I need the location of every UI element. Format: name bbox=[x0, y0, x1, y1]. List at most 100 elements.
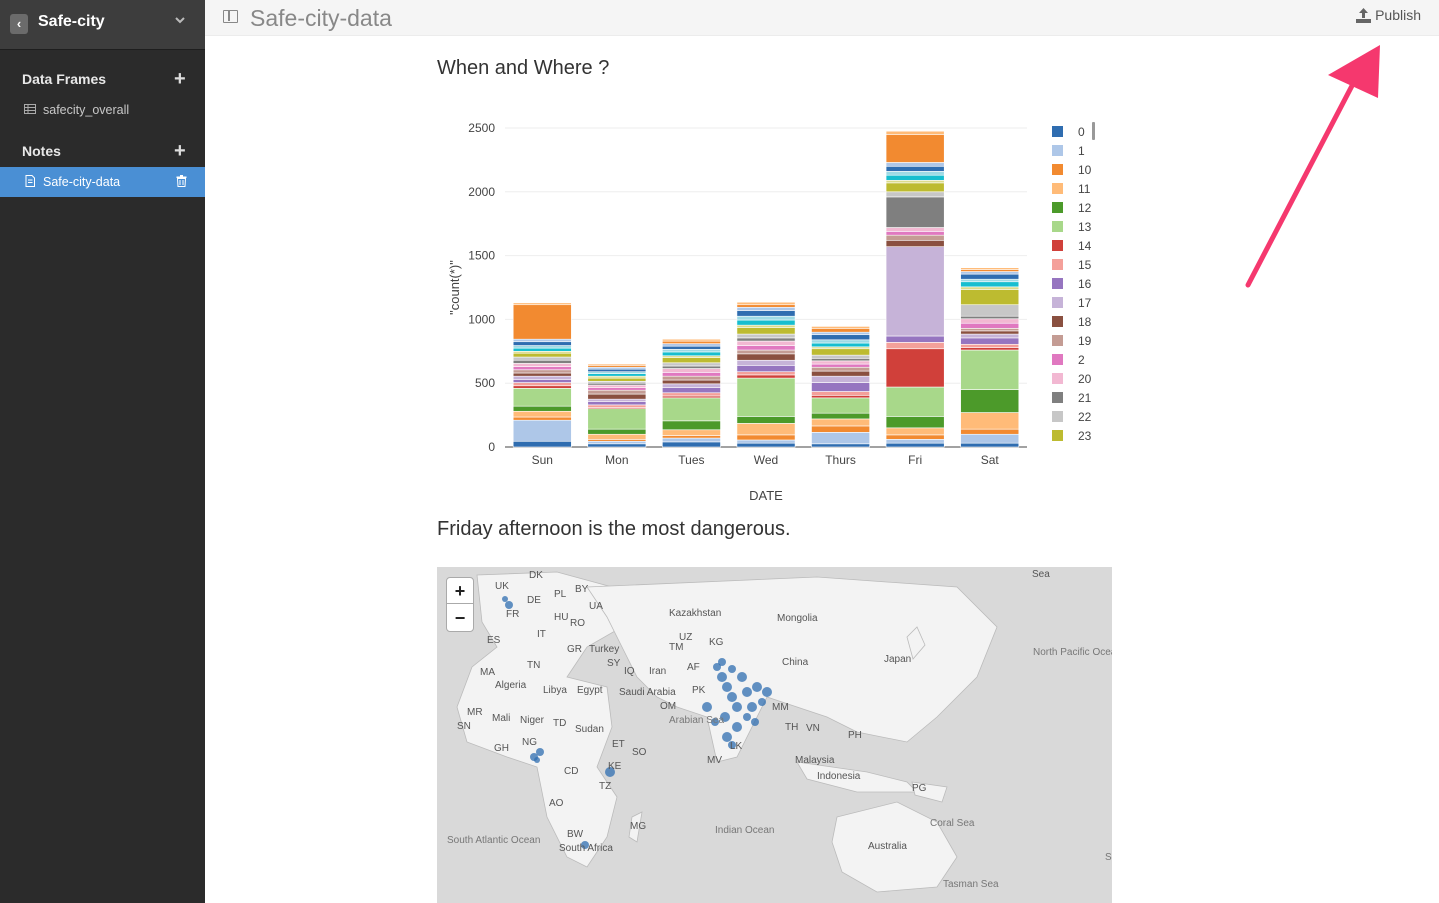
bar-segment-10-Tues bbox=[662, 435, 721, 439]
map-label: KE bbox=[608, 761, 622, 772]
bar-segment-6-Sun bbox=[512, 341, 572, 346]
bar-segment-19-Sat bbox=[960, 328, 1020, 332]
x-tick-label: Fri bbox=[908, 453, 922, 467]
bar-segment-13-Wed bbox=[736, 377, 796, 417]
bar-segment-9-Fri bbox=[885, 130, 945, 135]
legend-swatch-22 bbox=[1052, 411, 1063, 422]
map-label: VN bbox=[806, 723, 820, 734]
add-note-plus-icon[interactable]: + bbox=[174, 141, 186, 161]
bar-segment-18-Thurs bbox=[811, 370, 870, 377]
bar-segment-0-Thurs bbox=[811, 443, 870, 448]
bar-segment-7-Fri bbox=[885, 162, 945, 167]
add-data-frame-plus-icon[interactable]: + bbox=[174, 69, 186, 89]
bar-segment-1-Sun bbox=[512, 419, 572, 442]
map-label: CD bbox=[564, 766, 579, 777]
bar-segment-4-Sat bbox=[960, 281, 1020, 288]
bar-segment-0-Fri bbox=[885, 442, 945, 448]
back-arrow-icon[interactable]: ‹ bbox=[10, 14, 28, 34]
bar-segment-23-Thurs bbox=[811, 348, 870, 356]
project-title: Safe-city bbox=[38, 13, 105, 30]
bar-segment-1-Fri bbox=[885, 439, 945, 444]
chevron-down-icon[interactable] bbox=[174, 14, 186, 28]
legend-swatch-19 bbox=[1052, 335, 1063, 346]
bar-segment-21-Fri bbox=[885, 196, 945, 228]
map-label: TM bbox=[669, 642, 684, 653]
map-label: MV bbox=[707, 755, 722, 766]
bar-segment-20-Tues bbox=[662, 368, 721, 373]
legend-scrollbar bbox=[1092, 122, 1095, 140]
map-label: Niger bbox=[520, 715, 544, 726]
map-label: SN bbox=[457, 721, 471, 732]
bar-segment-21-Sun bbox=[512, 359, 572, 364]
legend-label-10: 10 bbox=[1078, 163, 1092, 177]
layout-toggle-icon[interactable] bbox=[223, 10, 238, 23]
bar-segment-22-Sun bbox=[512, 356, 572, 361]
bar-segment-11-Wed bbox=[736, 423, 796, 436]
bar-segment-6-Wed bbox=[736, 310, 796, 317]
map-label: Egypt bbox=[577, 685, 603, 696]
bar-segment-9-Sat bbox=[960, 267, 1020, 270]
y-tick-label: 1000 bbox=[468, 312, 495, 326]
legend-label-16: 16 bbox=[1078, 277, 1092, 291]
map-label: RO bbox=[570, 618, 585, 629]
sidebar-item-safecity-overall[interactable]: safecity_overall bbox=[0, 95, 205, 125]
bar-segment-8-Tues bbox=[662, 340, 721, 344]
bar-segment-10-Fri bbox=[885, 434, 945, 440]
trash-icon[interactable] bbox=[176, 175, 187, 187]
bar-segment-7-Wed bbox=[736, 306, 796, 311]
bar-segment-12-Fri bbox=[885, 416, 945, 429]
legend-swatch-14 bbox=[1052, 240, 1063, 251]
bar-segment-6-Fri bbox=[885, 165, 945, 172]
bar-segment-21-Sat bbox=[960, 315, 1020, 320]
x-axis-label: DATE bbox=[749, 488, 783, 503]
map-label: China bbox=[782, 657, 809, 668]
bar-segment-5-Fri bbox=[885, 171, 945, 176]
map-label: KG bbox=[709, 637, 724, 648]
bar-segment-23-Sat bbox=[960, 289, 1020, 306]
bar-segment-22-Thurs bbox=[811, 354, 870, 359]
zoom-out-button[interactable]: − bbox=[447, 605, 473, 631]
zoom-in-button[interactable]: + bbox=[447, 578, 473, 604]
world-map[interactable]: + − UK DK BY PL DE UA FR HU RO ES IT GR Turkey TN SY IQ… bbox=[437, 567, 1112, 903]
stacked-bar-chart[interactable]: 0 500 1000 1500 2000 2500 Sun Mon Tues Wed Thurs Fr… bbox=[437, 100, 1117, 510]
bar-segment-1-Thurs bbox=[811, 432, 870, 445]
map-label: AO bbox=[549, 798, 564, 809]
legend-swatch-1 bbox=[1052, 145, 1063, 156]
map-label: Arabian Sea bbox=[669, 715, 725, 726]
publish-button[interactable]: Publish bbox=[1356, 7, 1421, 23]
bar-segment-3-Sat bbox=[960, 286, 1020, 290]
bar-segment-4-Mon bbox=[587, 373, 647, 377]
map-label: Sea bbox=[1032, 569, 1050, 580]
bar-segment-18-Sat bbox=[960, 330, 1020, 335]
map-label: Iran bbox=[649, 666, 667, 677]
bar-segment-21-Tues bbox=[662, 365, 721, 369]
sidebar-item-safe-city-data[interactable]: Safe-city-data bbox=[0, 167, 205, 197]
legend-label-1: 1 bbox=[1078, 144, 1085, 158]
project-header[interactable]: ‹ Safe-city bbox=[0, 0, 205, 50]
bar-segment-22-Wed bbox=[736, 333, 796, 339]
bar-segment-14-Fri bbox=[885, 348, 945, 388]
map-label: So Pa Oc bbox=[1105, 852, 1112, 863]
data-frames-title: Data Frames bbox=[22, 71, 107, 87]
document-icon bbox=[25, 175, 35, 187]
y-tick-label: 1500 bbox=[468, 249, 495, 263]
map-label: MM bbox=[772, 702, 789, 713]
bar-segment-11-Sun bbox=[512, 410, 572, 418]
bar-segment-1-Wed bbox=[736, 439, 796, 444]
bar-segment-15-Thurs bbox=[811, 391, 870, 396]
bar-segment-16-Tues bbox=[662, 387, 721, 394]
bar-segment-7-Thurs bbox=[811, 331, 870, 336]
bar-segment-1-Mon bbox=[587, 440, 647, 445]
bar-segment-18-Mon bbox=[587, 393, 647, 400]
map-label: NG bbox=[522, 737, 537, 748]
bar-segment-15-Wed bbox=[736, 371, 796, 376]
map-label: TN bbox=[527, 660, 541, 671]
map-label: Japan bbox=[884, 654, 912, 665]
legend-label-12: 12 bbox=[1078, 201, 1092, 215]
bar-segment-21-Thurs bbox=[811, 358, 870, 362]
bar-segment-16-Fri bbox=[885, 335, 945, 343]
bar-segment-8-Sun bbox=[512, 304, 572, 340]
legend-swatch-12 bbox=[1052, 202, 1063, 213]
map-label: TH bbox=[785, 722, 799, 733]
bar-segment-23-Wed bbox=[736, 327, 796, 335]
